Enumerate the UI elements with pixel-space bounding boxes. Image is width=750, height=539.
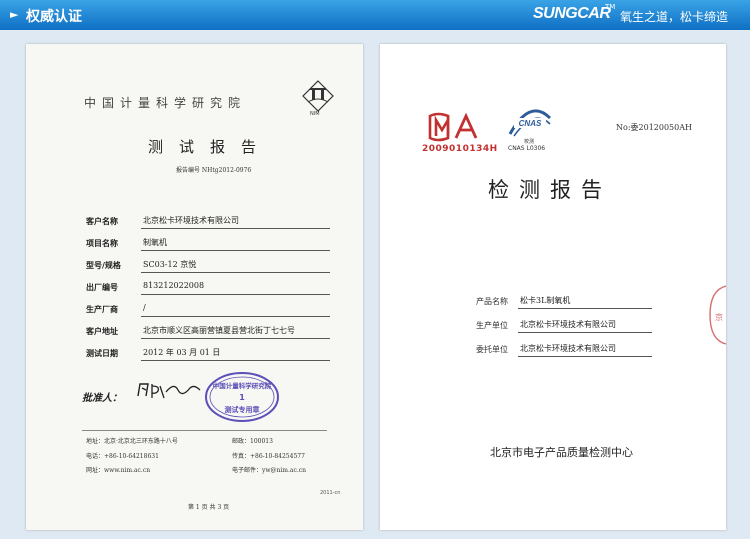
institute-name: 中国计量科学研究院 — [84, 96, 247, 110]
handwritten-signature — [137, 383, 201, 399]
section-title: 权威认证 — [26, 9, 82, 25]
field-project-name: 项目名称 制氧机 — [86, 236, 330, 252]
report-number: 报告编号 NHtg2012-0976 — [176, 167, 252, 174]
svg-text:1: 1 — [239, 393, 245, 402]
field-customer-address: 客户地址 北京市顺义区高丽营镇夏县营北街丁七七号 — [86, 324, 330, 340]
form-code: 2011-cn — [320, 490, 341, 496]
field-manufacturer: 生产厂商 / — [86, 302, 330, 318]
field-product-name: 产品名称 松卡3L制氧机 — [476, 294, 652, 310]
svg-text:京: 京 — [715, 312, 723, 322]
page-header: ► 权威认证 SUNGCAR TM 氧生之道，松卡缔造 — [0, 0, 750, 30]
cnas-logo-icon: CNAS — [508, 109, 552, 137]
inspection-report: 2009010134H CNAS 校测 CNAS L0306 No:委20120… — [380, 44, 726, 530]
email-text: 电子邮件：yw@nim.ac.cn — [232, 467, 306, 474]
nim-logo-text: NIM — [310, 111, 320, 117]
address-text: 地址：北京·北京北三环东路十八号 — [86, 438, 178, 445]
footer-divider — [82, 430, 327, 431]
partial-red-seal: 京 — [709, 285, 726, 345]
zip-text: 邮政：100013 — [232, 438, 273, 445]
cma-number: 2009010134H — [422, 144, 498, 154]
brand-slogan: 氧生之道，松卡缔造 — [620, 10, 729, 24]
nim-test-report: 中国计量科学研究院 NIM 测试报告 报告编号 NHtg2012-0976 客户… — [26, 44, 363, 530]
test-seal-stamp: 中国计量科学研究院 1 测试专用章 — [205, 372, 279, 422]
cnas-label: 校测 — [524, 139, 535, 145]
report-title: 测试报告 — [148, 138, 273, 156]
nim-logo-icon — [302, 80, 334, 112]
fax-text: 传真：+86-10-84254577 — [232, 453, 305, 460]
svg-text:CNAS: CNAS — [519, 119, 542, 128]
svg-text:中国计量科学研究院: 中国计量科学研究院 — [213, 381, 272, 390]
arrow-icon: ► — [10, 8, 19, 21]
field-model: 型号/规格 SC03-12 京悦 — [86, 258, 330, 274]
field-test-date: 测试日期 2012 年 03 月 01 日 — [86, 346, 330, 362]
brand-logo-text[interactable]: SUNGCAR — [533, 5, 611, 23]
cnas-number: CNAS L0306 — [508, 145, 546, 152]
report-number: No:委20120050AH — [616, 123, 692, 132]
report-title: 检测报告 — [488, 178, 612, 202]
field-producer: 生产单位 北京松卡环境技术有限公司 — [476, 318, 652, 334]
approver-label: 批准人： — [82, 393, 122, 404]
cma-logo-icon — [428, 112, 478, 142]
page-indicator: 第 1 页 共 3 页 — [188, 504, 230, 511]
tel-text: 电话：+86-10-64218631 — [86, 453, 159, 460]
trademark-mark: TM — [605, 3, 616, 11]
web-text: 网址：www.nim.ac.cn — [86, 467, 151, 474]
svg-text:测试专用章: 测试专用章 — [225, 405, 260, 414]
testing-center-name: 北京市电子产品质量检测中心 — [490, 446, 633, 459]
field-client: 委托单位 北京松卡环境技术有限公司 — [476, 342, 652, 358]
field-customer-name: 客户名称 北京松卡环境技术有限公司 — [86, 214, 330, 230]
field-serial-number: 出厂编号 813212022008 — [86, 280, 330, 296]
